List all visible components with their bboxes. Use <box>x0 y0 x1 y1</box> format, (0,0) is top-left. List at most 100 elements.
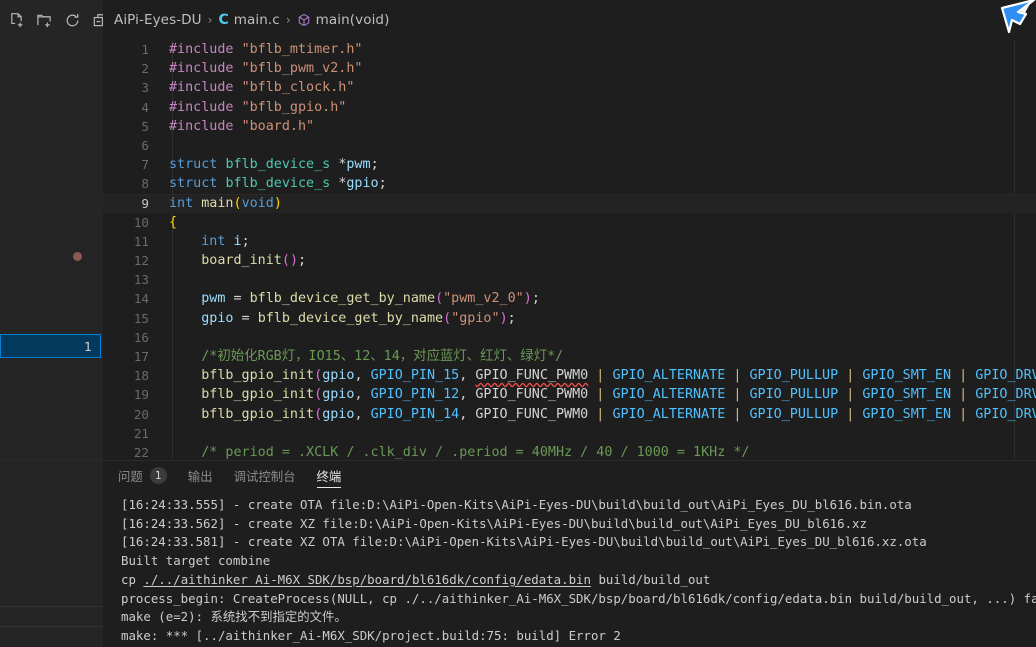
code-token: "bflb_clock.h" <box>241 80 355 96</box>
panel-tab[interactable]: 问题 1 <box>118 461 167 490</box>
code-token: #include <box>169 61 242 77</box>
line-number: 15 <box>133 310 149 326</box>
breadcrumb[interactable]: AiPi-Eyes-DU › C main.c › main(void) <box>103 0 1036 40</box>
code-token: | <box>725 368 750 384</box>
terminal-line: [16:24:33.555] - create OTA file:D:\AiPi… <box>121 497 912 512</box>
code-token: ( <box>435 291 444 307</box>
code-line[interactable]: 11 int i; <box>103 232 1036 251</box>
code-line[interactable]: 20 bflb_gpio_init(gpio, GPIO_PIN_14, GPI… <box>103 405 1036 424</box>
code-token: ( <box>314 368 323 384</box>
code-line[interactable]: 22 /* period = .XCLK / .clk_div / .perio… <box>103 443 1036 460</box>
code-token: pwm <box>201 291 226 307</box>
terminal-output[interactable]: [16:24:33.555] - create OTA file:D:\AiPi… <box>103 490 1036 647</box>
code-token: ) <box>523 291 532 307</box>
new-file-icon[interactable] <box>8 12 25 29</box>
code-line[interactable]: 3 #include "bflb_clock.h" <box>103 78 1036 97</box>
code-token: = <box>225 291 250 307</box>
terminal-line: [16:24:33.581] - create XZ OTA file:D:\A… <box>121 534 927 550</box>
breadcrumb-symbol[interactable]: main(void) <box>297 12 390 28</box>
code-token: #include <box>169 118 242 134</box>
vscode-window: AiPi-Eyes-DU › C main.c › main(void) 1 1… <box>0 0 1036 647</box>
line-number: 3 <box>141 80 149 96</box>
sidebar-divider-1 <box>0 606 103 607</box>
code-token: /*初始化RGB灯，IO15、12、14，对应蓝灯、红灯、绿灯*/ <box>169 349 564 364</box>
code-token: ; <box>531 291 540 307</box>
panel-tab[interactable]: 终端 <box>316 461 341 490</box>
code-text: { <box>169 213 1036 232</box>
code-line[interactable]: 7 struct bflb_device_s *pwm; <box>103 155 1036 174</box>
code-line[interactable]: 8 struct bflb_device_s *gpio; <box>103 174 1036 193</box>
code-line[interactable]: 2 #include "bflb_pwm_v2.h" <box>103 59 1036 78</box>
code-line[interactable]: 1 #include "bflb_mtimer.h" <box>103 40 1036 59</box>
line-number: 16 <box>133 329 149 345</box>
code-token: int <box>169 195 194 211</box>
code-token: , <box>459 368 476 384</box>
new-folder-icon[interactable] <box>36 12 53 29</box>
code-text: bflb_gpio_init(gpio, GPIO_PIN_12, GPIO_F… <box>169 385 1036 404</box>
code-token: bflb_device_get_by_name <box>249 291 436 307</box>
code-text: #include "bflb_mtimer.h" <box>169 40 1036 59</box>
modified-dot-icon <box>73 252 82 261</box>
line-number: 18 <box>133 368 149 384</box>
code-text: gpio = bflb_device_get_by_name("gpio"); <box>169 309 1036 328</box>
code-token: = <box>233 310 258 326</box>
line-number: 19 <box>133 387 149 403</box>
code-token: GPIO_PULLUP <box>749 387 839 403</box>
code-line[interactable]: 13 <box>103 270 1036 289</box>
code-line[interactable]: 6 <box>103 136 1036 155</box>
code-text: /* period = .XCLK / .clk_div / .period =… <box>169 443 1036 460</box>
code-line[interactable]: 15 gpio = bflb_device_get_by_name("gpio"… <box>103 309 1036 328</box>
breadcrumb-symbol-label: main(void) <box>315 12 390 28</box>
code-token: | <box>588 368 613 384</box>
line-number: 10 <box>133 214 149 230</box>
line-number: 21 <box>133 425 149 441</box>
code-token: | <box>951 368 976 384</box>
line-number: 13 <box>133 272 149 288</box>
code-line[interactable]: 17 /*初始化RGB灯，IO15、12、14，对应蓝灯、红灯、绿灯*/ <box>103 347 1036 366</box>
code-line[interactable]: 18 bflb_gpio_init(gpio, GPIO_PIN_15, GPI… <box>103 366 1036 385</box>
code-line[interactable]: 14 pwm = bflb_device_get_by_name("pwm_v2… <box>103 289 1036 308</box>
panel-main: 问题 1 输出 调试控制台 终端 [16:24:33.555] - create OTA… <box>103 461 1036 647</box>
panel-tab-label: 输出 <box>187 468 213 484</box>
sidebar-selected-item[interactable]: 1 <box>0 334 101 358</box>
explorer-sidebar[interactable]: 1 <box>0 40 103 460</box>
line-number: 20 <box>133 406 149 422</box>
code-line[interactable]: 10 { <box>103 213 1036 232</box>
code-token: ( <box>233 195 242 211</box>
terminal-line: make: *** [../aithinker_Ai-M6X_SDK/proje… <box>121 627 621 643</box>
code-editor[interactable]: 1 #include "bflb_mtimer.h" 2 #include "bflb… <box>103 40 1036 460</box>
code-token: GPIO_FUNC_PWM0 <box>475 387 589 403</box>
panel-tab[interactable]: 调试控制台 <box>234 461 296 490</box>
code-line[interactable]: 19 bflb_gpio_init(gpio, GPIO_PIN_12, GPI… <box>103 385 1036 404</box>
top-row: AiPi-Eyes-DU › C main.c › main(void) <box>0 0 1036 40</box>
breadcrumb-project[interactable]: AiPi-Eyes-DU <box>114 12 202 28</box>
code-line[interactable]: 12 board_init(); <box>103 251 1036 270</box>
code-token: | <box>838 406 863 422</box>
code-line[interactable]: 16 <box>103 328 1036 347</box>
code-token: GPIO_PIN_14 <box>370 406 460 422</box>
terminal-line: make (e=2): 系统找不到指定的文件。 <box>121 609 347 625</box>
code-text: int i; <box>169 232 1036 251</box>
code-text: board_init(); <box>169 251 1036 270</box>
breadcrumb-file[interactable]: C main.c <box>218 12 279 28</box>
code-line[interactable]: 9 int main(void) <box>103 193 1036 213</box>
code-token: | <box>838 368 863 384</box>
terminal-path-link[interactable]: ./../aithinker_Ai-M6X_SDK/bsp/board/bl61… <box>143 572 591 587</box>
code-line[interactable]: 21 <box>103 424 1036 443</box>
code-token: | <box>951 387 976 403</box>
code-token: GPIO_ALTERNATE <box>612 387 726 403</box>
panel-tab[interactable]: 输出 <box>188 461 213 490</box>
code-line[interactable]: 5 #include "board.h" <box>103 117 1036 136</box>
code-token: gpio <box>322 387 355 403</box>
code-token: | <box>588 387 613 403</box>
code-token: ; <box>507 310 516 326</box>
code-token: gpio <box>201 310 234 326</box>
code-line[interactable]: 4 #include "bflb_gpio.h" <box>103 98 1036 117</box>
refresh-icon[interactable] <box>64 12 81 29</box>
